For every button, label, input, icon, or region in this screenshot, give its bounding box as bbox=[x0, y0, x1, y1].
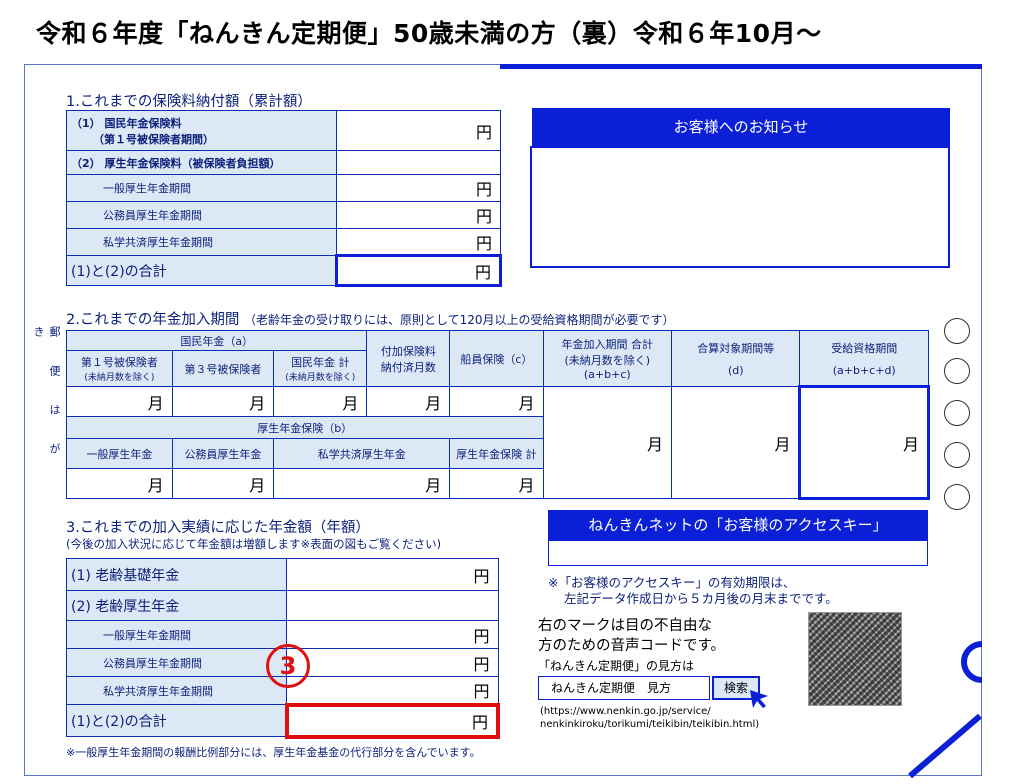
row-employee-pension: (2) 老齢厚生年金 bbox=[66, 590, 287, 621]
postcard-vertical-label: 郵便はがき bbox=[32, 326, 61, 482]
cursor-arrow-icon bbox=[750, 690, 768, 708]
page-title: 令和６年度「ねんきん定期便」50歳未満の方（裏）令和６年10月～ bbox=[36, 19, 822, 48]
national-premium-value: 円 bbox=[336, 110, 501, 151]
postal-code-circle bbox=[944, 484, 970, 510]
eligibility-period-value: 月 bbox=[798, 385, 930, 500]
enrollment-table: 国民年金（a） 付加保険料 納付済月数 船員保険（c） 年金加入期間 合計 (未納月… bbox=[65, 330, 930, 500]
row-basic-pension: (1) 老齢基礎年金 bbox=[66, 558, 287, 591]
voice-code-image bbox=[808, 612, 902, 706]
premium-table: （1） 国民年金保険料 （第１号被保険者期間） 円 （2） 厚生年金保険料（被保険… bbox=[66, 110, 502, 287]
footnote: ※一般厚生年金期間の報酬比例部分には、厚生年金基金の代行部分を含んでいます。 bbox=[66, 746, 481, 759]
postal-code-circle bbox=[944, 400, 970, 426]
row-pension-total: (1)と(2)の合計 bbox=[66, 704, 287, 737]
kokumin-header: 国民年金（a） bbox=[65, 330, 368, 351]
total-premium-value: 円 bbox=[335, 254, 502, 287]
row-private: 私学共済厚生年金期間 bbox=[66, 228, 337, 256]
postal-code-circle bbox=[944, 442, 970, 468]
row-public: 公務員厚生年金期間 bbox=[66, 201, 337, 229]
kosei-header: 厚生年金保険（b） bbox=[66, 416, 544, 439]
postal-code-circle bbox=[944, 358, 970, 384]
section3-sub: (今後の加入状況に応じて年金額は増額します※表面の図もご覧ください) bbox=[66, 537, 442, 551]
annotation-marker: 3 bbox=[266, 644, 310, 688]
corner-cut-icon bbox=[908, 713, 982, 778]
accesskey-box bbox=[548, 540, 928, 566]
notice-heading: お客様へのお知らせ bbox=[532, 108, 950, 146]
accesskey-heading: ねんきんネットの「お客様のアクセスキー」 bbox=[548, 510, 928, 540]
row-national-premium: （1） 国民年金保険料 （第１号被保険者期間） bbox=[66, 110, 337, 151]
top-accent-bar bbox=[500, 64, 982, 69]
section2-heading: 2.これまでの年金加入期間 （老齢年金の受け取りには、原則として120月以上の受… bbox=[66, 312, 675, 328]
notice-body bbox=[530, 146, 950, 268]
postal-code-circle bbox=[944, 318, 970, 344]
pension-total-value: 円 bbox=[284, 702, 500, 739]
section3-heading: 3.これまでの加入実績に応じた年金額（年額） bbox=[66, 520, 370, 536]
section1-heading: 1.これまでの保険料納付額（累計額） bbox=[66, 94, 312, 110]
row-total: (1)と(2)の合計 bbox=[66, 255, 337, 286]
search-input[interactable]: ねんきん定期便 見方 bbox=[538, 676, 710, 700]
notch-icon bbox=[961, 641, 983, 683]
row-general: 一般厚生年金期間 bbox=[66, 174, 337, 202]
row-employee-premium: （2） 厚生年金保険料（被保険者負担額） bbox=[66, 150, 337, 175]
